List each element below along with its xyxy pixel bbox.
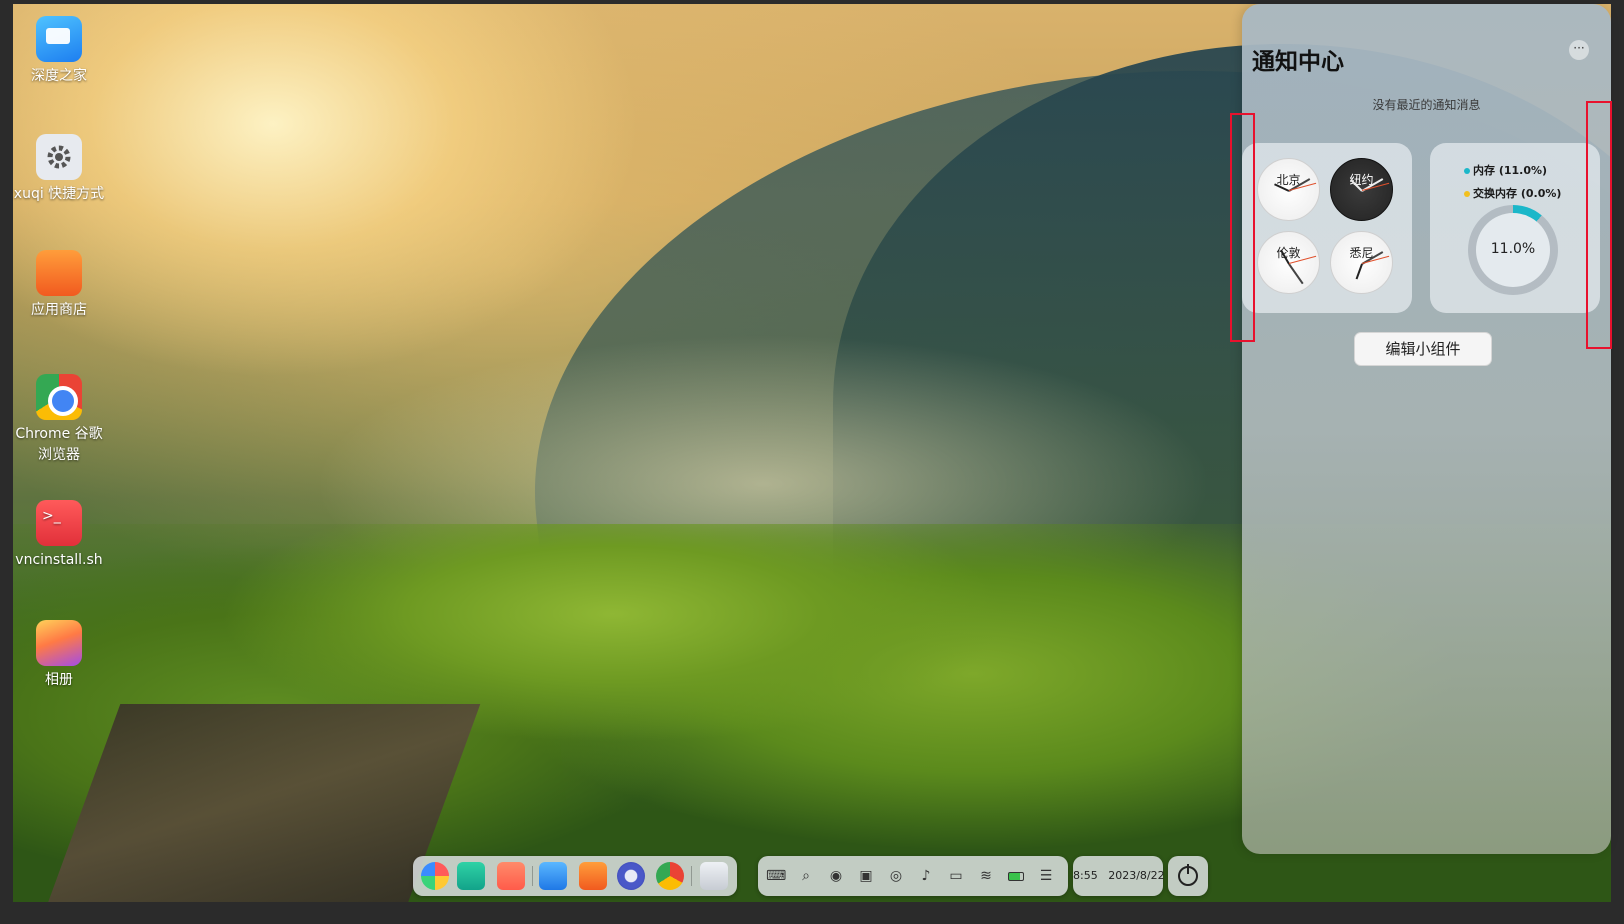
dock-apps [413, 856, 737, 896]
battery-icon[interactable] [1006, 866, 1026, 886]
desktop-icon-xuqi-shortcut[interactable]: xuqi 快捷方式 [13, 134, 105, 205]
deepin-home-icon [36, 16, 82, 62]
chrome-icon [36, 374, 82, 420]
world-clock: 悉尼 [1330, 231, 1393, 294]
world-clock: 纽约 [1330, 158, 1393, 221]
highlight-box [1230, 113, 1255, 342]
power-button[interactable] [1168, 856, 1208, 896]
app-store-icon[interactable] [579, 862, 607, 890]
no-notifications-text: 没有最近的通知消息 [1372, 98, 1481, 112]
search-icon[interactable]: ⌕ [796, 866, 816, 886]
desktop-icon-app-store[interactable]: 应用商店 [13, 250, 105, 321]
shell-script-icon: >_ [36, 500, 82, 546]
desktop-icon-chrome[interactable]: Chrome 谷歌浏览器 [13, 374, 105, 466]
desktop-icon-label: vncinstall.sh [15, 552, 103, 568]
desktop-icon-label: Chrome 谷歌浏览器 [15, 426, 103, 463]
input-method-icon[interactable]: ▭ [946, 866, 966, 886]
power-icon [1178, 864, 1198, 886]
desktop-icon-label: xuqi 快捷方式 [13, 186, 105, 202]
desktop-icon-album[interactable]: 相册 [13, 620, 105, 691]
desktop-icon-label: 相册 [45, 672, 73, 688]
settings-shortcut-icon [36, 134, 82, 180]
multitask-icon[interactable] [497, 862, 525, 890]
trash-icon[interactable] [700, 862, 728, 890]
memory-dot-icon [1464, 168, 1470, 174]
dock-datetime[interactable]: 8:55 2023/8/22 [1073, 856, 1165, 896]
screen-record-icon[interactable]: ◉ [826, 866, 846, 886]
wifi-icon[interactable]: ≋ [976, 866, 996, 886]
memory-usage-ring: 11.0% [1468, 205, 1558, 295]
screenshot-icon[interactable]: ▣ [856, 866, 876, 886]
chrome-icon[interactable] [656, 862, 684, 890]
swap-usage-label: 交换内存 (0.0%) [1473, 187, 1562, 200]
memory-usage-label: 内存 (11.0%) [1473, 164, 1548, 177]
app-store-icon [36, 250, 82, 296]
clock-minute-hand [1287, 262, 1304, 284]
desktop-icon-label: 深度之家 [31, 68, 87, 84]
notification-center-title: 通知中心 [1252, 49, 1344, 75]
settings-icon[interactable] [617, 862, 645, 890]
album-icon [36, 620, 82, 666]
dock-date: 2023/8/22 [1108, 869, 1165, 882]
more-options-button[interactable]: ··· [1569, 40, 1589, 60]
swap-dot-icon [1464, 191, 1470, 197]
desktop-icon-label: 应用商店 [31, 302, 87, 318]
broadcast-icon[interactable]: ◎ [886, 866, 906, 886]
world-clock: 北京 [1257, 158, 1320, 221]
edit-widgets-button[interactable]: 编辑小组件 [1354, 332, 1492, 366]
clock-city-label: 伦敦 [1276, 246, 1301, 260]
memory-percent-label: 11.0% [1490, 241, 1536, 257]
file-manager-icon[interactable] [539, 862, 567, 890]
dock-time: 8:55 [1073, 869, 1098, 882]
world-clock: 伦敦 [1257, 231, 1320, 294]
dock-separator [691, 866, 692, 886]
memory-monitor-widget[interactable]: 内存 (11.0%) 交换内存 (0.0%) 11.0% [1430, 143, 1600, 313]
volume-icon[interactable]: ♪ [916, 866, 936, 886]
launcher-icon[interactable] [421, 862, 449, 890]
control-center-icon[interactable]: ☰ [1036, 866, 1056, 886]
desktop-icon-vncinstall[interactable]: >_ vncinstall.sh [13, 500, 105, 571]
dock-tray: ⌨ ⌕ ◉ ▣ ◎ ♪ ▭ ≋ ☰ [758, 856, 1068, 896]
dock-separator [532, 866, 533, 886]
clock-hour-hand [1355, 263, 1363, 279]
world-clock-widget[interactable]: 北京 纽约 伦敦 悉尼 [1242, 143, 1412, 313]
memory-legend: 内存 (11.0%) [1464, 162, 1547, 178]
notification-center-panel: 通知中心 ··· 没有最近的通知消息 北京 纽约 伦敦 悉尼 内存 (11.0%… [1242, 4, 1611, 854]
keyboard-icon[interactable]: ⌨ [766, 866, 786, 886]
highlight-box [1586, 101, 1612, 349]
swap-legend: 交换内存 (0.0%) [1464, 185, 1561, 201]
terminal-icon[interactable] [457, 862, 485, 890]
desktop-icon-deepin-home[interactable]: 深度之家 [13, 16, 105, 87]
